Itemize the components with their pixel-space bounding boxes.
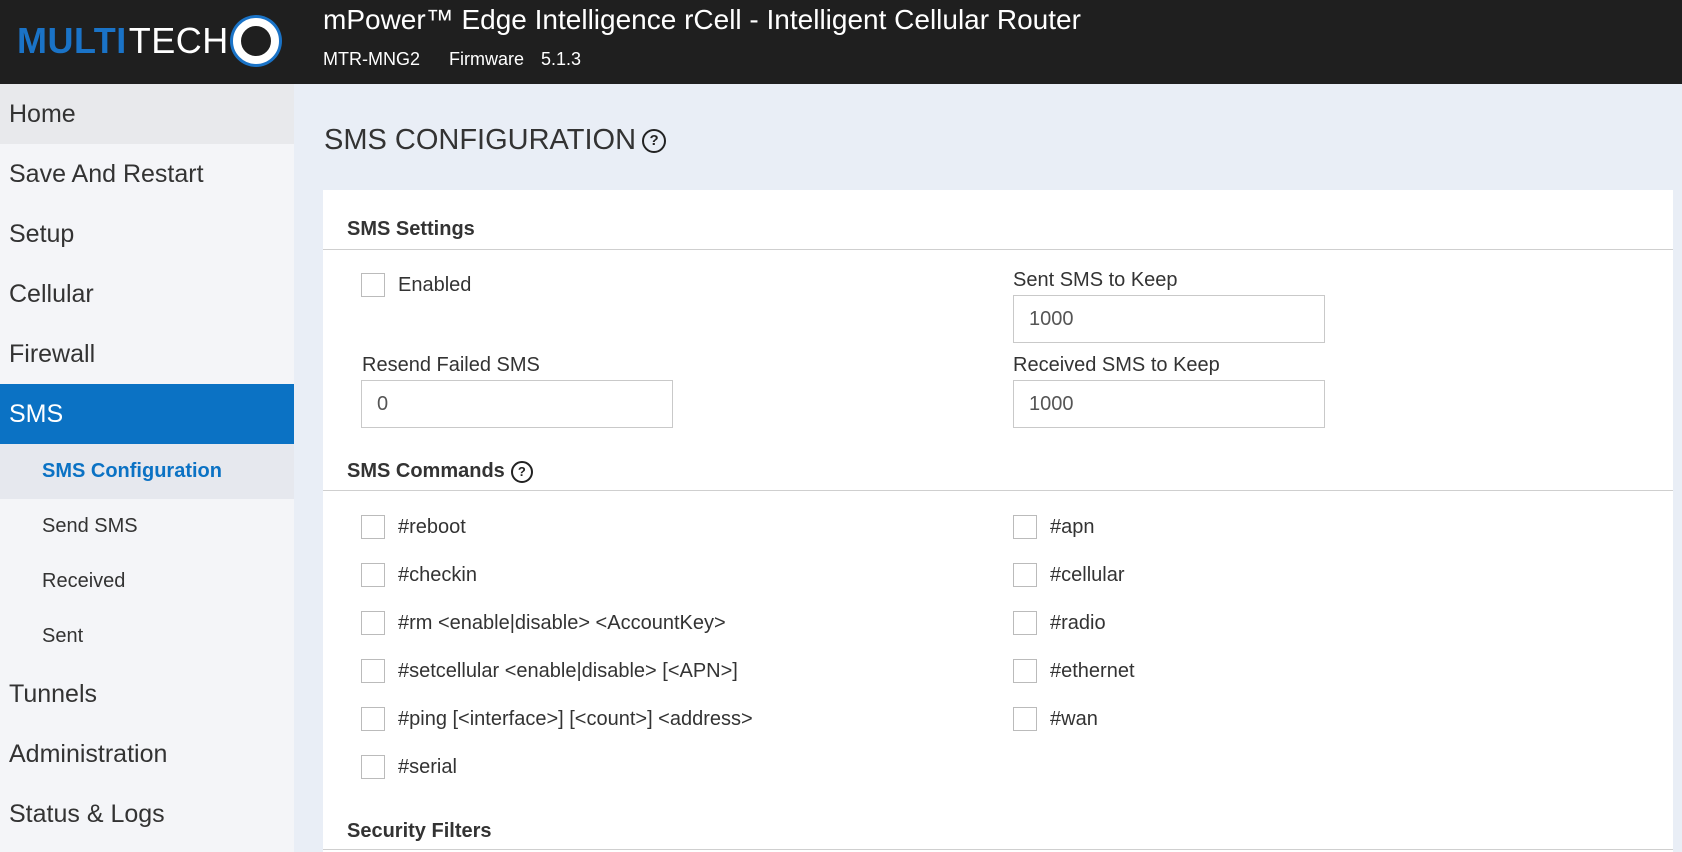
sms-settings-title: SMS Settings	[347, 218, 475, 240]
command-label: #apn	[1050, 515, 1095, 538]
sms-commands-title: SMS Commands ?	[347, 460, 533, 483]
firmware-version: 5.1.3	[541, 49, 582, 69]
command-serial-row: #serial	[361, 755, 457, 779]
enabled-label: Enabled	[398, 273, 472, 296]
command-serial-checkbox[interactable]	[361, 755, 385, 779]
multitech-logo[interactable]: MULTI TECH	[17, 15, 279, 67]
enabled-checkbox[interactable]	[361, 273, 385, 297]
command-ping-checkbox[interactable]	[361, 707, 385, 731]
help-icon[interactable]: ?	[642, 128, 667, 153]
security-filters-title: Security Filters	[347, 820, 492, 842]
sidebar-item-status-logs[interactable]: Status & Logs	[0, 784, 294, 844]
resend-failed-input[interactable]	[361, 380, 673, 428]
command-setcellular-row: #setcellular <enable|disable> [<APN>]	[361, 659, 738, 683]
sidebar-nav: Home Save And Restart Setup Cellular Fir…	[0, 84, 294, 852]
command-setcellular-checkbox[interactable]	[361, 659, 385, 683]
command-checkin-row: #checkin	[361, 563, 477, 587]
command-radio-checkbox[interactable]	[1013, 611, 1037, 635]
command-apn-checkbox[interactable]	[1013, 515, 1037, 539]
sidebar-subitem-received[interactable]: Received	[0, 554, 294, 609]
enabled-checkbox-row: Enabled	[361, 273, 471, 297]
sms-config-panel: SMS Settings Enabled Resend Failed SMS S…	[323, 190, 1673, 852]
sidebar-item-sms[interactable]: SMS	[0, 384, 294, 444]
command-cellular-checkbox[interactable]	[1013, 563, 1037, 587]
command-apn-row: #apn	[1013, 515, 1095, 539]
sent-keep-input[interactable]	[1013, 295, 1325, 343]
command-radio-row: #radio	[1013, 611, 1106, 635]
sidebar-subitem-send-sms[interactable]: Send SMS	[0, 499, 294, 554]
command-rm-checkbox[interactable]	[361, 611, 385, 635]
page-title-text: SMS CONFIGURATION	[324, 124, 637, 156]
command-label: #serial	[398, 755, 457, 778]
help-icon[interactable]: ?	[510, 460, 533, 483]
sidebar-item-setup[interactable]: Setup	[0, 204, 294, 264]
sms-commands-title-text: SMS Commands	[347, 460, 505, 482]
command-label: #rm <enable|disable> <AccountKey>	[398, 611, 726, 634]
resend-failed-label: Resend Failed SMS	[362, 354, 540, 376]
command-label: #reboot	[398, 515, 466, 538]
command-reboot-checkbox[interactable]	[361, 515, 385, 539]
sidebar-subitem-sent[interactable]: Sent	[0, 609, 294, 664]
sent-keep-label: Sent SMS to Keep	[1013, 269, 1178, 291]
model-name: MTR-MNG2	[323, 49, 420, 69]
command-wan-checkbox[interactable]	[1013, 707, 1037, 731]
command-label: #checkin	[398, 563, 477, 586]
product-info: MTR-MNG2 Firmware 5.1.3	[323, 49, 605, 70]
logo-ring-icon	[232, 18, 279, 64]
command-reboot-row: #reboot	[361, 515, 466, 539]
command-cellular-row: #cellular	[1013, 563, 1124, 587]
product-title: mPower™ Edge Intelligence rCell - Intell…	[323, 4, 1081, 35]
command-label: #setcellular <enable|disable> [<APN>]	[398, 659, 738, 682]
command-rm-row: #rm <enable|disable> <AccountKey>	[361, 611, 726, 635]
command-label: #cellular	[1050, 563, 1125, 586]
command-label: #wan	[1050, 707, 1098, 730]
section-divider	[323, 490, 1673, 491]
command-label: #radio	[1050, 611, 1106, 634]
top-header: MULTI TECH mPower™ Edge Intelligence rCel…	[0, 0, 1682, 84]
received-keep-label: Received SMS to Keep	[1013, 354, 1220, 376]
section-divider	[323, 849, 1673, 850]
sidebar-subitem-sms-configuration[interactable]: SMS Configuration	[0, 444, 294, 499]
sidebar-item-administration[interactable]: Administration	[0, 724, 294, 784]
command-label: #ethernet	[1050, 659, 1135, 682]
command-ethernet-checkbox[interactable]	[1013, 659, 1037, 683]
received-keep-input[interactable]	[1013, 380, 1325, 428]
section-divider	[323, 249, 1673, 250]
command-wan-row: #wan	[1013, 707, 1098, 731]
sidebar-item-firewall[interactable]: Firewall	[0, 324, 294, 384]
page-title: SMS CONFIGURATION ?	[324, 124, 667, 157]
command-checkin-checkbox[interactable]	[361, 563, 385, 587]
logo-text-multi: MULTI	[17, 20, 127, 61]
command-ping-row: #ping [<interface>] [<count>] <address>	[361, 707, 753, 731]
firmware-label: Firmware	[449, 49, 525, 69]
logo-text-tech: TECH	[128, 20, 229, 61]
sidebar-item-tunnels[interactable]: Tunnels	[0, 664, 294, 724]
sidebar-item-cellular[interactable]: Cellular	[0, 264, 294, 324]
sidebar-item-home[interactable]: Home	[0, 84, 294, 144]
command-label: #ping [<interface>] [<count>] <address>	[398, 707, 753, 730]
command-ethernet-row: #ethernet	[1013, 659, 1135, 683]
sidebar-item-save-and-restart[interactable]: Save And Restart	[0, 144, 294, 204]
